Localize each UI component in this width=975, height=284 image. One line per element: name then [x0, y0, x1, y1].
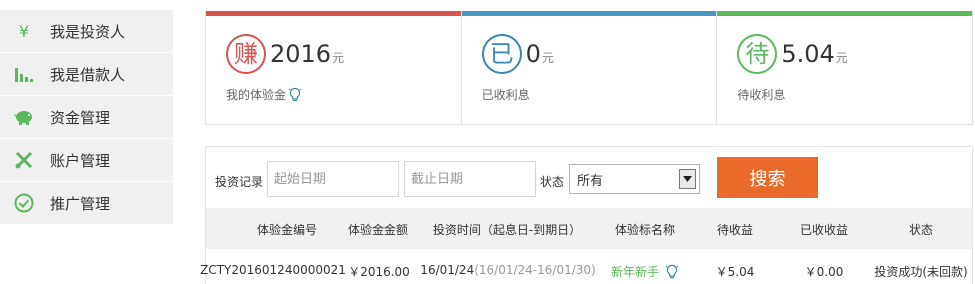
sidebar-item-label: 推广管理: [50, 194, 111, 213]
lightbulb-icon: [665, 264, 679, 278]
cell-pending: ￥5.04: [715, 265, 755, 279]
status-select[interactable]: 所有: [569, 164, 700, 194]
pending-icon: 待: [737, 34, 778, 74]
received-icon: 已: [481, 34, 522, 74]
product-name-link[interactable]: 新年新手: [611, 263, 659, 280]
check-circle-icon: [12, 191, 36, 215]
card-accent-bar: [461, 11, 717, 16]
sidebar-item-promotion[interactable]: 推广管理: [0, 182, 173, 225]
table-header: 体验金编号 体验金金额 投资时间（起息日-到期日） 体验标名称 待收益 已收收益…: [206, 208, 972, 249]
cell-invest-date: 16/01/24: [420, 263, 475, 277]
experience-fund-label: 我的体验金: [226, 88, 287, 102]
cell-status: 投资成功(未回款): [874, 265, 968, 279]
bar-chart-icon: [12, 62, 36, 86]
card-label: 我的体验金: [226, 86, 302, 103]
sidebar: ¥ 我是投资人 我是借款人 资金管理 账户管理 推广管理: [0, 10, 173, 225]
cell-id: ZCTY20160124000002​1: [200, 263, 346, 277]
column-header-invest-time: 投资时间（起息日-到期日）: [432, 223, 582, 237]
tools-icon: [12, 148, 36, 172]
column-header-id: 体验金编号: [256, 223, 318, 237]
column-header-product-name: 体验标名称: [614, 223, 676, 237]
experience-fund-card: 赚 2016元 我的体验金: [206, 11, 462, 124]
experience-fund-amount: 2016: [270, 40, 332, 68]
table-row: ZCTY20160124000002​1 ￥2016.00 16/01/24 (1…: [200, 249, 972, 284]
sidebar-item-label: 资金管理: [50, 108, 111, 127]
start-date-input[interactable]: [267, 161, 399, 197]
status-label: 状态: [540, 175, 565, 189]
currency-unit: 元: [332, 51, 345, 65]
pending-interest-label: 待收利息: [737, 88, 786, 102]
earn-icon: 赚: [226, 34, 266, 74]
status-select-value: 所有: [577, 173, 604, 189]
received-interest-card: 已 0元 已收利息: [461, 11, 718, 124]
card-label: 待收利息: [737, 86, 785, 103]
dropdown-arrow-icon[interactable]: [679, 169, 696, 189]
cell-received: ￥0.00: [804, 265, 844, 279]
card-value: 0元: [526, 40, 554, 68]
column-header-pending: 待收益: [716, 223, 754, 237]
investment-records-panel: 投资记录 状态 所有 搜索 体验金编号 体验金金额 投资时间（起息日-到期日） …: [200, 146, 973, 284]
search-button[interactable]: 搜索: [717, 157, 818, 198]
currency-unit: 元: [835, 51, 848, 65]
column-header-status: 状态: [908, 223, 934, 237]
sidebar-item-borrower[interactable]: 我是借款人: [0, 53, 173, 96]
card-value: 2016元: [270, 40, 344, 68]
lightbulb-icon: [288, 87, 302, 101]
piggy-bank-icon: [12, 105, 36, 129]
end-date-input[interactable]: [404, 161, 536, 197]
yen-icon: ¥: [18, 21, 30, 41]
sidebar-item-funds[interactable]: 资金管理: [0, 96, 173, 139]
received-interest-amount: 0: [525, 40, 541, 68]
card-label: 已收利息: [482, 86, 530, 103]
search-bar: 投资记录 状态 所有 搜索: [206, 147, 972, 208]
summary-cards: 赚 2016元 我的体验金 已 0元 已收利息 待 5.04元 待收利息: [205, 11, 973, 125]
received-interest-label: 已收利息: [481, 88, 530, 102]
sidebar-item-label: 账户管理: [50, 151, 111, 170]
card-accent-bar: [717, 11, 973, 16]
column-header-amount: 体验金金额: [347, 223, 409, 237]
sidebar-item-label: 我是投资人: [50, 22, 126, 41]
records-label: 投资记录: [215, 175, 264, 189]
currency-unit: 元: [541, 51, 554, 65]
cell-invest-time: 16/01/24 (16/01/24-16/01/30): [420, 263, 595, 277]
sidebar-item-label: 我是借款人: [50, 65, 126, 84]
pending-interest-card: 待 5.04元 待收利息: [717, 11, 973, 124]
cell-invest-period: (16/01/24-16/01/30): [474, 263, 596, 277]
pending-interest-amount: 5.04: [781, 40, 835, 68]
card-accent-bar: [206, 11, 461, 16]
card-value: 5.04元: [781, 40, 847, 68]
column-header-received: 已收收益: [799, 223, 849, 237]
cell-product-name[interactable]: 新年新手: [611, 263, 679, 280]
sidebar-item-investor[interactable]: ¥ 我是投资人: [0, 10, 173, 53]
cell-amount: ￥2016.00: [348, 265, 410, 279]
sidebar-item-account[interactable]: 账户管理: [0, 139, 173, 182]
